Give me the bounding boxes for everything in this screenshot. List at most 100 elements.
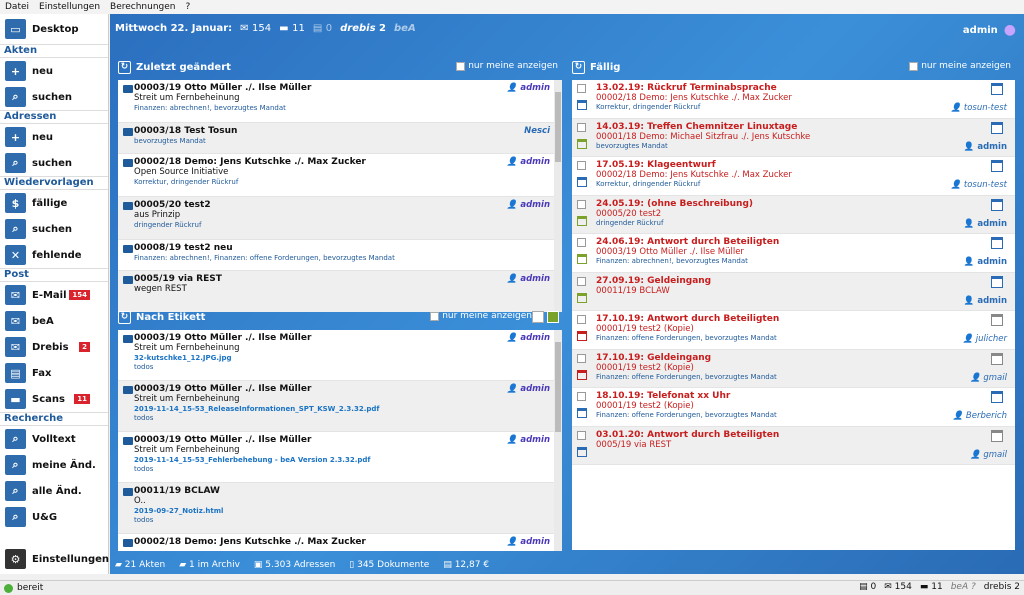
done-checkbox[interactable]	[577, 84, 586, 93]
due-row[interactable]: 24.06.19: Antwort durch Beteiligten 00003…	[572, 234, 1015, 273]
done-checkbox[interactable]	[577, 238, 586, 247]
due-only-mine[interactable]: nur meine anzeigen	[909, 61, 1011, 71]
recent-row[interactable]: 00008/19 test2 neu Finanzen: abrechnen!, …	[118, 240, 562, 271]
menu-berechnungen[interactable]: Berechnungen	[110, 2, 175, 12]
due-row[interactable]: 13.02.19: Rückruf Terminabsprache 00002/1…	[572, 80, 1015, 119]
recent-row[interactable]: 00003/18 Test Tosun bevorzugtes Mandat Nes…	[118, 123, 562, 154]
menu-datei[interactable]: Datei	[5, 2, 29, 12]
done-checkbox[interactable]	[577, 199, 586, 209]
calendar-button-icon[interactable]	[991, 237, 1003, 249]
menu-einstellungen[interactable]: Einstellungen	[39, 2, 100, 12]
calendar-button-icon[interactable]	[991, 198, 1003, 211]
scans-counter[interactable]: ▬ 11	[279, 23, 305, 34]
document-link[interactable]: 32-kutschke1_12.JPG.jpg	[134, 354, 554, 362]
sidebar-item-wv-suchen[interactable]: ⌕ suchen	[0, 216, 108, 242]
sidebar-item-volltext[interactable]: ⌕ Volltext	[0, 426, 108, 452]
due-row[interactable]: 18.10.19: Telefonat xx Uhr 00001/19 test2…	[572, 388, 1015, 427]
due-row[interactable]: 17.10.19: Antwort durch Beteiligten 00001…	[572, 311, 1015, 350]
sidebar-item-ug[interactable]: ⌕ U&G	[0, 504, 108, 530]
sidebar-item-adressen-suchen[interactable]: ⌕ suchen	[0, 150, 108, 176]
recent-row[interactable]: 0005/19 via REST wegen REST 👤 admin	[118, 271, 562, 312]
sidebar-item-akten-suchen[interactable]: ⌕ suchen	[0, 84, 108, 110]
sidebar-item-email[interactable]: ✉ E-Mail 154	[0, 282, 108, 308]
sidebar-item-bea[interactable]: ✉ beA	[0, 308, 108, 334]
calendar-button-icon[interactable]	[991, 429, 1003, 442]
case-user: 👤 admin	[506, 384, 550, 394]
sidebar-head-recherche: Recherche	[0, 412, 108, 426]
sidebar-item-alle-aend[interactable]: ⌕ alle Änd.	[0, 478, 108, 504]
status-drebis[interactable]: drebis 2	[984, 582, 1020, 592]
mail-counter[interactable]: ✉ 154	[240, 23, 271, 34]
sidebar-item-meine-aend[interactable]: ⌕ meine Änd.	[0, 452, 108, 478]
tagged-row[interactable]: 00011/19 BCLAW O.. 2019-09-27_Notiz.html to…	[118, 483, 562, 534]
user-menu[interactable]: admin ●	[963, 22, 1016, 38]
sidebar-item-scans[interactable]: ▬ Scans 11	[0, 386, 108, 412]
status-bea[interactable]: beA ?	[951, 582, 976, 592]
done-checkbox[interactable]	[577, 276, 586, 286]
sidebar-item-fax[interactable]: ▤ Fax	[0, 360, 108, 386]
calendar-button-icon[interactable]	[991, 352, 1003, 365]
done-checkbox[interactable]	[577, 430, 586, 440]
refresh-icon[interactable]: ↻	[572, 60, 585, 74]
due-case: 0005/19 via REST	[596, 439, 672, 450]
due-row[interactable]: 17.10.19: Geldeingang 00001/19 test2 (Kop…	[572, 349, 1015, 388]
scanner-icon: ▬	[5, 389, 26, 409]
tagged-only-mine[interactable]: nur meine anzeigen	[430, 311, 532, 321]
document-link[interactable]: 2019-11-14_15-53_ReleaseInformationen_SP…	[134, 405, 554, 413]
status-mail[interactable]: ✉ 154	[884, 582, 912, 592]
fax-counter[interactable]: ▤ 0	[313, 23, 332, 34]
done-checkbox[interactable]	[577, 161, 586, 170]
sidebar-item-desktop[interactable]: ▭ Desktop	[0, 14, 108, 44]
recent-row[interactable]: 00002/18 Demo: Jens Kutschke ./. Max Zuc…	[118, 154, 562, 197]
done-checkbox[interactable]	[577, 122, 586, 132]
sidebar-item-drebis[interactable]: ✉ Drebis 2	[0, 334, 108, 360]
tagged-list: 00003/19 Otto Müller ./. Ilse Müller Stre…	[118, 330, 562, 551]
case-user: 👤 admin	[506, 435, 550, 445]
due-row[interactable]: 14.03.19: Treffen Chemnitzer Linuxtage 00…	[572, 118, 1015, 157]
calendar-button-icon[interactable]	[991, 275, 1003, 288]
status-fax[interactable]: ▤ 0	[859, 582, 876, 592]
sidebar-item-akten-neu[interactable]: + neu	[0, 58, 108, 84]
due-tags: Finanzen: offene Forderungen, bevorzugte…	[596, 334, 777, 342]
refresh-icon[interactable]: ↻	[118, 60, 131, 74]
done-checkbox[interactable]	[577, 353, 586, 363]
tagged-row[interactable]: 00003/19 Otto Müller ./. Ilse Müller Stre…	[118, 330, 562, 381]
calendar-button-icon[interactable]	[991, 391, 1003, 403]
due-title: 24.05.19: (ohne Beschreibung)	[596, 198, 753, 209]
done-checkbox[interactable]	[577, 315, 586, 324]
case-subtitle: Open Source Initiative	[134, 167, 229, 177]
tagged-row[interactable]: 00002/18 Demo: Jens Kutschke ./. Max Zuc…	[118, 534, 562, 551]
document-link[interactable]: 2019-09-27_Notiz.html	[134, 507, 554, 515]
tag-color-icon[interactable]	[547, 311, 559, 323]
calendar-button-icon[interactable]	[991, 83, 1003, 95]
tagged-scrollbar[interactable]	[554, 330, 562, 551]
tag-toggle-icon[interactable]	[532, 311, 544, 323]
document-link[interactable]: 2019-11-14_15-53_Fehlerbehebung - beA Ve…	[134, 456, 554, 464]
sidebar-item-einstellungen[interactable]: ⚙ Einstellungen	[0, 546, 109, 572]
status-scans[interactable]: ▬ 11	[920, 582, 943, 592]
due-row[interactable]: 03.01.20: Antwort durch Beteiligten 0005/…	[572, 426, 1015, 465]
sidebar-item-fehlende[interactable]: ✕ fehlende	[0, 242, 108, 268]
tagged-row[interactable]: 00003/19 Otto Müller ./. Ilse Müller Stre…	[118, 381, 562, 432]
calendar-button-icon[interactable]	[991, 121, 1003, 134]
recent-row[interactable]: 00005/20 test2 aus Prinzip dringender Rück…	[118, 197, 562, 240]
calendar-button-icon[interactable]	[991, 314, 1003, 326]
recent-scrollbar[interactable]	[554, 80, 562, 312]
tagged-row[interactable]: 00003/19 Otto Müller ./. Ilse Müller Stre…	[118, 432, 562, 483]
recent-row[interactable]: 00003/19 Otto Müller ./. Ilse Müller Stre…	[118, 80, 562, 123]
done-checkbox[interactable]	[577, 392, 586, 401]
sidebar-item-faellige[interactable]: $ fällige	[0, 190, 108, 216]
case-user: 👤 admin	[506, 333, 550, 343]
bea-status[interactable]: beA	[394, 23, 416, 34]
calendar-button-icon[interactable]	[991, 160, 1003, 172]
recent-only-mine[interactable]: nur meine anzeigen	[456, 61, 558, 71]
drebis-counter[interactable]: drebis 2	[340, 23, 386, 34]
refresh-icon[interactable]: ↻	[118, 310, 131, 324]
due-row[interactable]: 27.09.19: Geldeingang 00011/19 BCLAW 👤 adm…	[572, 272, 1015, 311]
due-row[interactable]: 24.05.19: (ohne Beschreibung) 00005/20 te…	[572, 195, 1015, 234]
sidebar-item-adressen-neu[interactable]: + neu	[0, 124, 108, 150]
due-row[interactable]: 17.05.19: Klageentwurf 00002/18 Demo: Jen…	[572, 157, 1015, 196]
scans-badge: 11	[74, 394, 90, 404]
folder-icon	[123, 539, 133, 547]
menu-help[interactable]: ?	[186, 2, 191, 12]
